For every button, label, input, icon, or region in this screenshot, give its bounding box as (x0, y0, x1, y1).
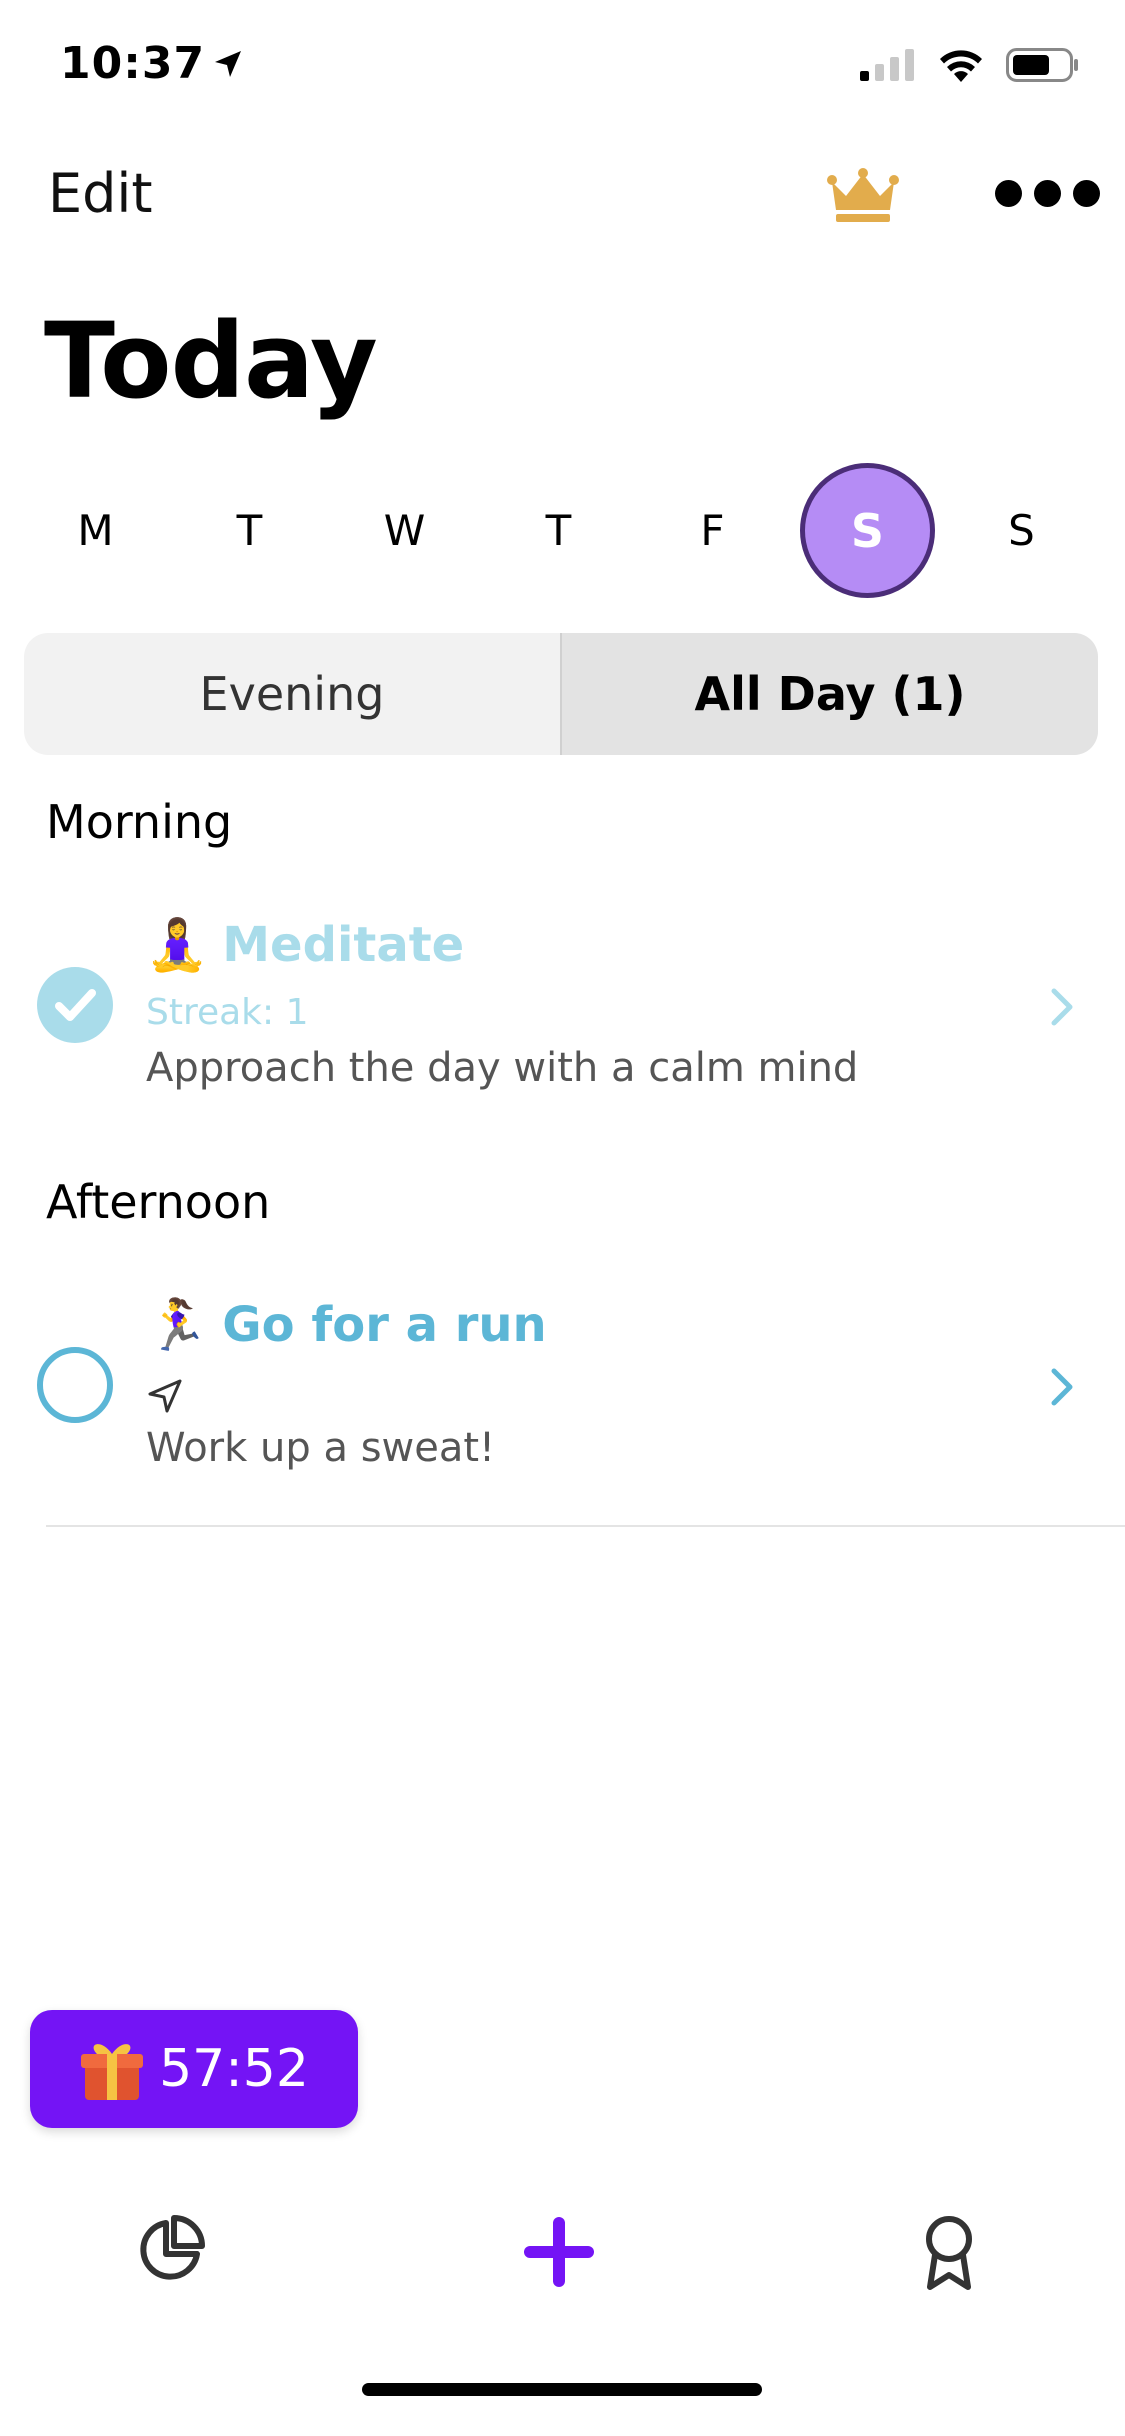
segment-all-day[interactable]: All Day (1) (560, 633, 1098, 755)
day-sunday[interactable]: S (954, 463, 1089, 598)
premium-crown-button[interactable] (826, 168, 900, 226)
day-monday[interactable]: M (28, 463, 163, 598)
section-title-morning: Morning (46, 795, 233, 849)
status-time: 10:37 (60, 38, 206, 89)
habit-title: Go for a run (222, 1297, 547, 1353)
habit-complete-checkbox[interactable] (37, 967, 113, 1043)
more-dot-icon (995, 180, 1022, 207)
offer-countdown-timer: 57:52 (159, 2039, 309, 2099)
segment-evening[interactable]: Evening (24, 633, 560, 755)
plus-icon (524, 2217, 594, 2287)
more-options-button[interactable] (995, 180, 1100, 207)
habit-description: Work up a sweat! (146, 1425, 496, 1471)
day-saturday-selected[interactable]: S (800, 463, 935, 598)
habit-row-meditate[interactable]: 🧘‍♀️ Meditate Streak: 1 Approach the day… (0, 905, 1125, 1115)
location-arrow-outline-icon (148, 1379, 182, 1413)
page-title: Today (44, 300, 378, 422)
edit-button[interactable]: Edit (48, 162, 153, 225)
cellular-signal-icon (860, 49, 914, 81)
checkmark-icon (55, 989, 96, 1021)
day-tuesday[interactable]: T (182, 463, 317, 598)
battery-icon (1006, 48, 1078, 82)
habit-row-go-for-a-run[interactable]: 🏃‍♀️ Go for a run Work up a sweat! (0, 1285, 1125, 1495)
tab-add-habit[interactable] (522, 2215, 596, 2293)
chevron-right-icon (1051, 1368, 1073, 1406)
list-divider (46, 1525, 1125, 1527)
day-wednesday[interactable]: W (337, 463, 472, 598)
gift-icon (81, 2044, 144, 2100)
gift-offer-timer-button[interactable]: 57:52 (30, 2010, 358, 2128)
day-thursday[interactable]: T (491, 463, 626, 598)
chevron-right-icon (1051, 988, 1073, 1026)
pie-chart-icon (140, 2215, 205, 2280)
habit-streak: Streak: 1 (146, 992, 309, 1033)
habit-complete-checkbox[interactable] (37, 1347, 113, 1423)
habit-description: Approach the day with a calm mind (146, 1045, 859, 1091)
meditation-emoji-icon: 🧘‍♀️ (146, 916, 209, 974)
crown-icon (827, 168, 899, 222)
more-dot-icon (1034, 180, 1061, 207)
section-title-afternoon: Afternoon (46, 1175, 271, 1229)
day-friday[interactable]: F (645, 463, 780, 598)
location-arrow-icon (215, 50, 242, 77)
tab-achievements[interactable] (918, 2215, 980, 2295)
running-emoji-icon: 🏃‍♀️ (146, 1296, 209, 1354)
award-ribbon-icon (926, 2216, 972, 2290)
home-indicator (362, 2383, 762, 2396)
habit-title: Meditate (222, 917, 465, 973)
week-day-selector: M T W T F S S (0, 463, 1125, 598)
wifi-icon (940, 50, 982, 82)
time-of-day-segmented-control: Evening All Day (1) (24, 633, 1098, 755)
tab-statistics[interactable] (135, 2215, 205, 2289)
more-dot-icon (1073, 180, 1100, 207)
